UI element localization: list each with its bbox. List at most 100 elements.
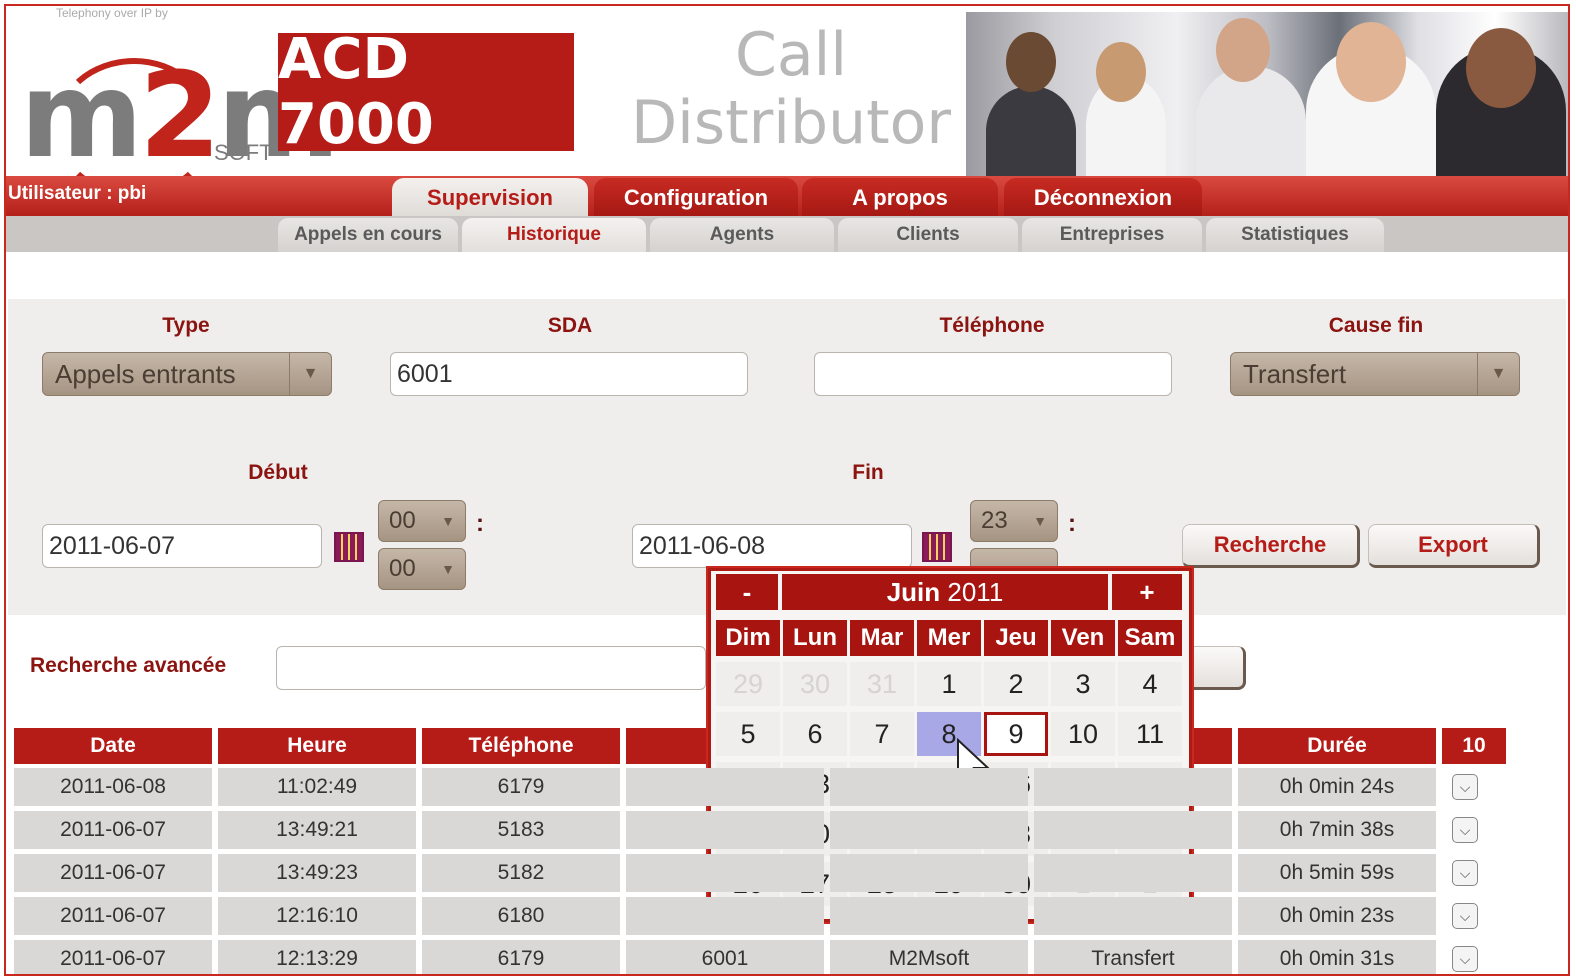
table-cell: M2Msoft <box>830 940 1028 974</box>
debut-date-input[interactable]: 2011-06-07 <box>42 524 322 568</box>
table-cell <box>830 768 1028 806</box>
debut-minute-select[interactable]: 00 ▼ <box>378 548 466 590</box>
calendar-day[interactable]: 4 <box>1118 662 1182 706</box>
table-cell <box>1034 768 1232 806</box>
advanced-search-button[interactable] <box>1186 646 1246 690</box>
col-header-heure[interactable]: Heure <box>218 728 416 764</box>
table-cell <box>830 811 1028 849</box>
tab-a-propos[interactable]: A propos <box>802 178 998 218</box>
fin-hour-select[interactable]: 23 ▼ <box>970 500 1058 542</box>
telephone-input[interactable] <box>814 352 1172 396</box>
fin-date-input[interactable]: 2011-06-08 <box>632 524 912 568</box>
tab-configuration[interactable]: Configuration <box>594 178 798 218</box>
col-header-date[interactable]: Date <box>14 728 212 764</box>
col-header-count[interactable]: 10 <box>1442 728 1506 764</box>
subtab-appels-en-cours[interactable]: Appels en cours <box>278 218 458 252</box>
calendar-day[interactable]: 7 <box>850 712 914 756</box>
table-cell <box>626 768 824 806</box>
advanced-search-input[interactable] <box>276 646 706 690</box>
calendar-day[interactable]: 6 <box>783 712 847 756</box>
chevron-down-icon: ▼ <box>441 513 455 529</box>
time-separator: : <box>1068 510 1076 537</box>
table-cell: 0h 0min 31s <box>1238 940 1436 974</box>
weekday-header: Sam <box>1118 620 1182 656</box>
debut-hour-value: 00 <box>389 507 416 534</box>
prev-month-button[interactable]: - <box>716 574 778 610</box>
table-cell: Transfert <box>1034 940 1232 974</box>
col-header-duree[interactable]: Durée <box>1238 728 1436 764</box>
debut-minute-value: 00 <box>389 555 416 582</box>
next-month-button[interactable]: + <box>1112 574 1182 610</box>
app-frame: Telephony over IP by m2m SOFT ACD 7000 C… <box>4 4 1570 976</box>
debut-hour-select[interactable]: 00 ▼ <box>378 500 466 542</box>
table-cell: 13:49:23 <box>218 854 416 892</box>
table-cell: 0h 0min 24s <box>1238 768 1436 806</box>
tagline-line1: Call <box>734 20 847 90</box>
table-cell <box>830 854 1028 892</box>
table-cell: 6179 <box>422 768 620 806</box>
weekday-header: Lun <box>783 620 847 656</box>
sda-label: SDA <box>547 314 593 337</box>
person-shape <box>1196 66 1306 176</box>
table-cell: 2011-06-07 <box>14 897 212 935</box>
tab-deconnexion[interactable]: Déconnexion <box>1004 178 1202 218</box>
calendar-day[interactable]: 5 <box>716 712 780 756</box>
calendar-day[interactable]: 11 <box>1118 712 1182 756</box>
subtab-statistiques[interactable]: Statistiques <box>1206 218 1384 252</box>
person-head <box>1096 42 1146 102</box>
advanced-search-label: Recherche avancée <box>30 654 227 677</box>
tab-supervision[interactable]: Supervision <box>392 178 588 218</box>
sda-input[interactable]: 6001 <box>390 352 748 396</box>
subtab-historique[interactable]: Historique <box>462 218 646 252</box>
person-head <box>1466 28 1536 108</box>
table-cell: 2011-06-07 <box>14 811 212 849</box>
calendar-day[interactable]: 3 <box>1051 662 1115 706</box>
table-cell: 6179 <box>422 940 620 974</box>
calendar-day[interactable]: 1 <box>917 662 981 706</box>
cause-fin-select[interactable]: Transfert ▼ <box>1230 352 1520 396</box>
table-cell: 2011-06-07 <box>14 854 212 892</box>
person-head <box>1336 22 1406 102</box>
table-cell <box>626 897 824 935</box>
table-cell: 6001 <box>626 940 824 974</box>
subtab-entreprises[interactable]: Entreprises <box>1022 218 1202 252</box>
calendar-day[interactable]: 2 <box>984 662 1048 706</box>
fin-label: Fin <box>852 461 884 484</box>
table-cell: 6180 <box>422 897 620 935</box>
calendar-icon[interactable] <box>922 532 952 562</box>
fin-hour-value: 23 <box>981 507 1008 534</box>
table-cell: 13:49:21 <box>218 811 416 849</box>
expand-row-icon[interactable]: ⌵ <box>1452 817 1478 843</box>
month-title: Juin 2011 <box>782 574 1108 610</box>
year: 2011 <box>947 576 1004 607</box>
calendar-day[interactable]: 29 <box>716 662 780 706</box>
table-cell <box>830 897 1028 935</box>
cause-fin-label: Cause fin <box>1328 314 1424 337</box>
subtab-agents[interactable]: Agents <box>650 218 834 252</box>
weekday-header: Mer <box>917 620 981 656</box>
calendar-day[interactable]: 10 <box>1051 712 1115 756</box>
search-button[interactable]: Recherche <box>1182 524 1360 568</box>
calendar-icon[interactable] <box>334 532 364 562</box>
table-cell <box>1034 897 1232 935</box>
subtab-clients[interactable]: Clients <box>838 218 1018 252</box>
type-select[interactable]: Appels entrants ▼ <box>42 352 332 396</box>
type-select-value: Appels entrants <box>55 358 236 389</box>
export-button[interactable]: Export <box>1368 524 1540 568</box>
m2msoft-logo: m2m SOFT <box>14 30 340 198</box>
expand-row-icon[interactable]: ⌵ <box>1452 774 1478 800</box>
col-header-telephone[interactable]: Téléphone <box>422 728 620 764</box>
table-cell: 12:16:10 <box>218 897 416 935</box>
calendar-day[interactable]: 31 <box>850 662 914 706</box>
table-cell: 2011-06-07 <box>14 940 212 974</box>
chevron-down-icon: ▼ <box>441 561 455 577</box>
weekday-header: Mar <box>850 620 914 656</box>
logo-tagline: Telephony over IP by <box>56 6 168 20</box>
expand-row-icon[interactable]: ⌵ <box>1452 903 1478 929</box>
table-cell: 5182 <box>422 854 620 892</box>
expand-row-icon[interactable]: ⌵ <box>1452 860 1478 886</box>
cause-fin-value: Transfert <box>1243 358 1347 389</box>
type-label: Type <box>162 314 210 337</box>
expand-row-icon[interactable]: ⌵ <box>1452 946 1478 972</box>
calendar-day[interactable]: 30 <box>783 662 847 706</box>
